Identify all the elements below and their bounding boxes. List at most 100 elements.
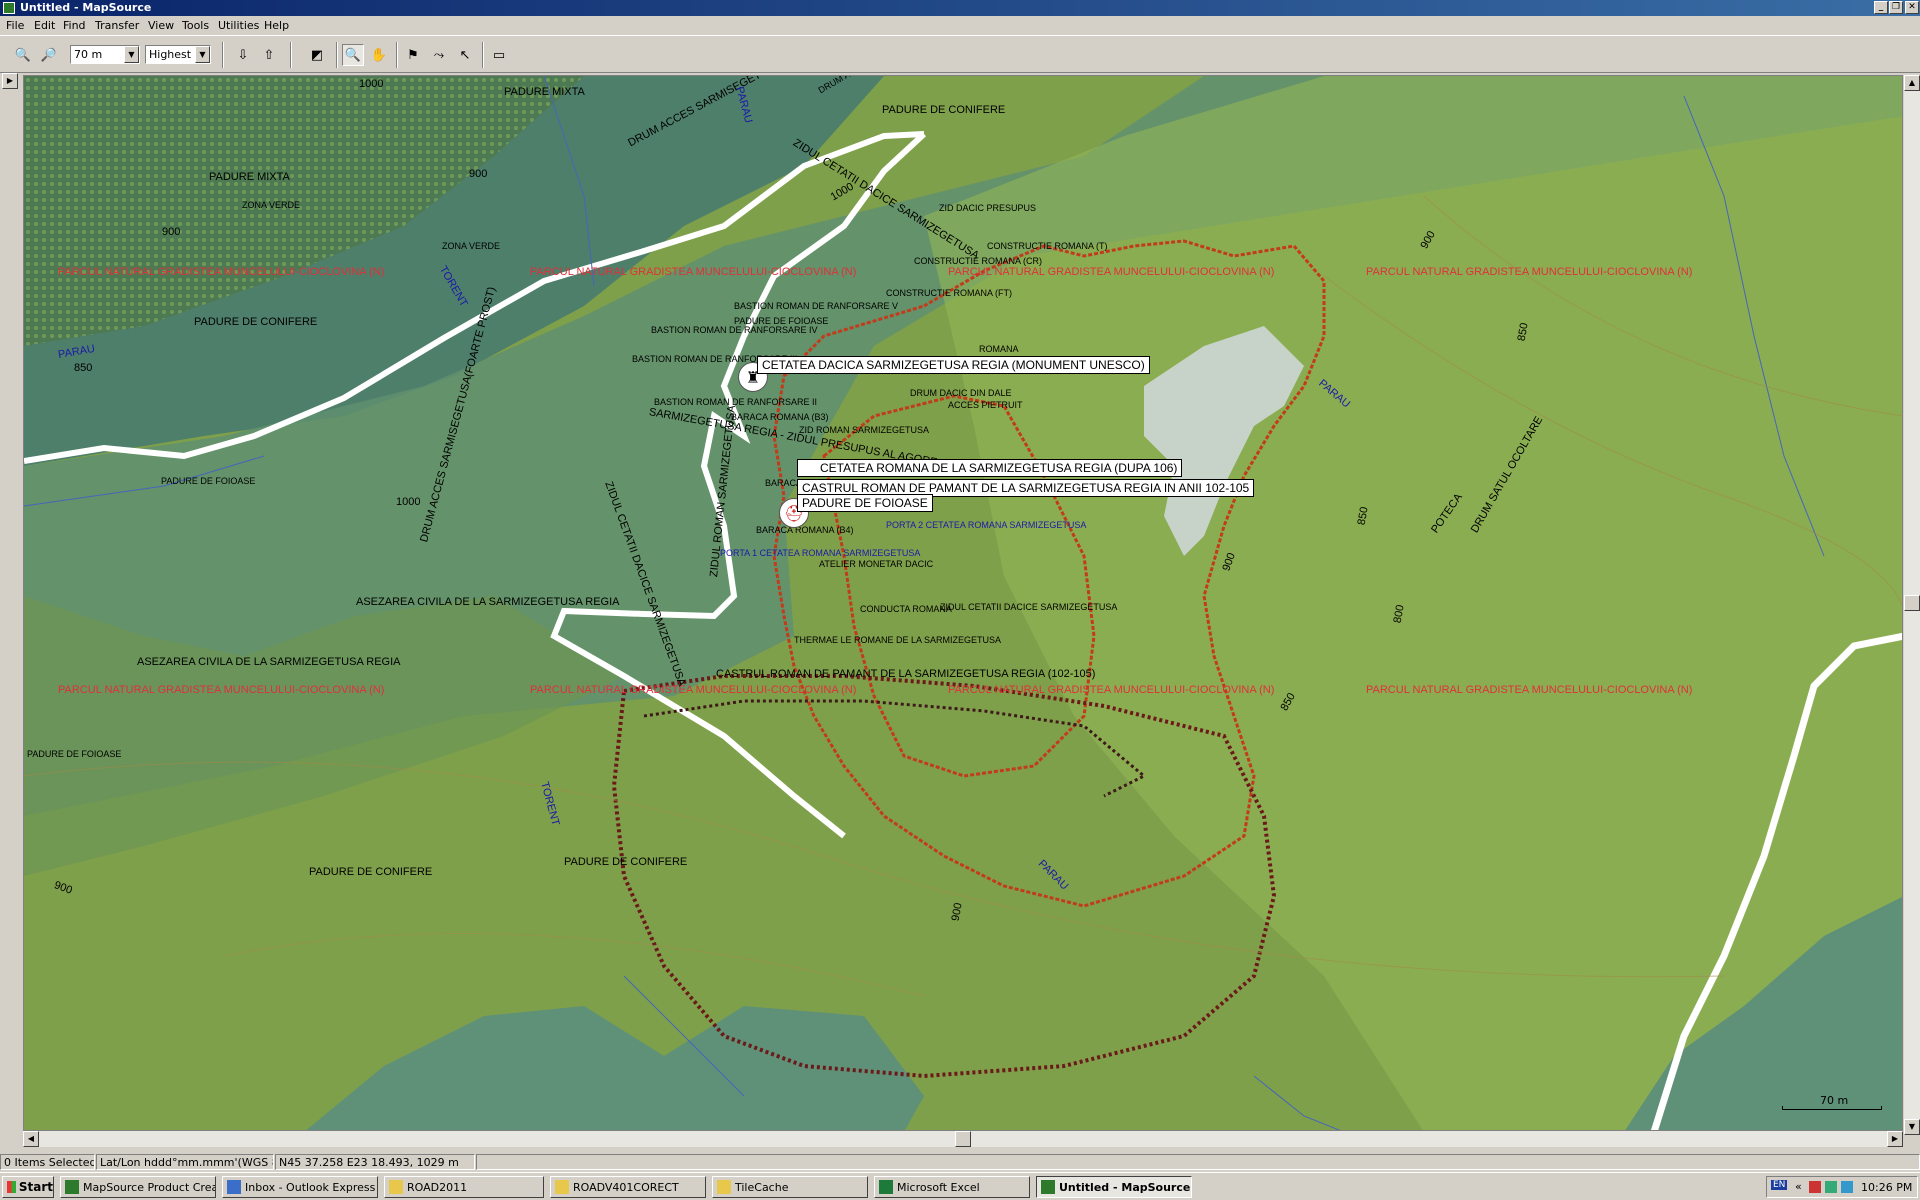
task-label: MapSource Product Crea... [83, 1180, 216, 1194]
area-label: PADURE DE CONIFERE [564, 856, 688, 868]
site-label: ROMANA [979, 344, 1019, 354]
task-mapsource-untitled[interactable]: Untitled - MapSource [1036, 1176, 1192, 1198]
hand-pan-icon[interactable]: ✋ [368, 44, 390, 66]
horizontal-scroll-thumb[interactable] [955, 1131, 971, 1147]
zoom-tool-icon[interactable]: 🔍 [342, 44, 364, 66]
menu-edit[interactable]: Edit [34, 19, 55, 32]
status-selected-count: 0 Items Selected [0, 1154, 95, 1170]
panel-expand-icon[interactable]: ▶ [2, 73, 18, 89]
title-bar: Untitled - MapSource _ ❐ ✕ [0, 0, 1920, 16]
tray-wifi-icon[interactable] [1841, 1181, 1853, 1193]
area-label: ASEZAREA CIVILA DE LA SARMIZEGETUSA REGI… [356, 596, 620, 608]
scroll-down-icon[interactable]: ▼ [1904, 1119, 1920, 1135]
area-label: ASEZAREA CIVILA DE LA SARMIZEGETUSA REGI… [137, 656, 401, 668]
park-label: PARCUL NATURAL GRADISTEA MUNCELULUI-CIOC… [530, 684, 857, 696]
site-label: CONDUCTA ROMANA [860, 604, 952, 614]
site-label: BARACA ROMANA (B3) [731, 412, 829, 422]
minimize-button[interactable]: _ [1874, 1, 1888, 14]
map-select-icon[interactable]: ◩ [306, 44, 328, 66]
selection-arrow-icon[interactable]: ↖ [454, 44, 476, 66]
system-tray: EN « 10:26 PM [1766, 1176, 1918, 1198]
zoom-in-icon[interactable]: 🔍 [12, 44, 34, 66]
area-label: ZONA VERDE [442, 241, 501, 251]
zoom-scale-value: 70 m [74, 48, 103, 61]
start-button[interactable]: Start [2, 1176, 54, 1198]
scroll-left-icon[interactable]: ◀ [23, 1131, 39, 1147]
tray-clock[interactable]: 10:26 PM [1861, 1181, 1912, 1194]
folder-icon [389, 1180, 403, 1194]
scale-bar [1782, 1106, 1882, 1110]
task-roadv401-folder[interactable]: ROADV401CORECT [550, 1176, 706, 1198]
scroll-right-icon[interactable]: ▶ [1887, 1131, 1903, 1147]
task-outlook-express[interactable]: Inbox - Outlook Express [222, 1176, 378, 1198]
park-label: PARCUL NATURAL GRADISTEA MUNCELULUI-CIOC… [58, 684, 385, 696]
menu-view[interactable]: View [148, 19, 174, 32]
zoom-scale-select[interactable]: 70 m ▼ [70, 45, 140, 64]
menu-transfer[interactable]: Transfer [95, 19, 139, 32]
toolbar-separator [482, 42, 484, 68]
menu-help[interactable]: Help [264, 19, 289, 32]
park-label: PARCUL NATURAL GRADISTEA MUNCELULUI-CIOC… [1366, 266, 1693, 278]
park-label: PARCUL NATURAL GRADISTEA MUNCELULUI-CIOC… [58, 266, 385, 278]
toolbar-separator [336, 42, 338, 68]
chevron-down-icon[interactable]: ▼ [195, 46, 210, 63]
area-label: ZONA VERDE [242, 200, 301, 210]
outlook-icon [227, 1180, 241, 1194]
scroll-up-icon[interactable]: ▲ [1904, 75, 1920, 91]
restore-button[interactable]: ❐ [1889, 1, 1903, 14]
windows-logo-icon [7, 1181, 16, 1193]
start-label: Start [18, 1180, 53, 1194]
mapsource-app-icon[interactable] [3, 2, 15, 14]
park-label: PARCUL NATURAL GRADISTEA MUNCELULUI-CIOC… [948, 684, 1275, 696]
site-label: CONSTRUCTIE ROMANA (FT) [886, 288, 1012, 298]
vertical-scrollbar[interactable]: ▲ ▼ [1904, 75, 1920, 1135]
task-tilecache-folder[interactable]: TileCache [712, 1176, 868, 1198]
excel-icon [879, 1180, 893, 1194]
status-coord-format: Lat/Lon hddd°mm.mmm'(WGS 84) [96, 1154, 274, 1170]
poi-label-dacica[interactable]: CETATEA DACICA SARMIZEGETUSA REGIA (MONU… [757, 356, 1150, 374]
site-label: ZID ROMAN SARMIZEGETUSA [799, 425, 930, 435]
chevron-down-icon[interactable]: ▼ [124, 46, 139, 63]
area-label: PADURE DE CONIFERE [882, 104, 1006, 116]
site-label: PORTA 2 CETATEA ROMANA SARMIZEGETUSA [886, 520, 1087, 530]
send-to-device-icon[interactable]: ⇧ [258, 44, 280, 66]
tray-antivirus-icon[interactable] [1809, 1181, 1821, 1193]
contour-label: 900 [469, 168, 488, 180]
tray-expand-icon[interactable]: « [1795, 1180, 1802, 1193]
task-label: TileCache [735, 1180, 789, 1194]
area-label: PADURE MIXTA [504, 86, 585, 98]
route-tool-icon[interactable]: ⤳ [428, 44, 450, 66]
receive-from-device-icon[interactable]: ⇩ [232, 44, 254, 66]
poi-label-padure[interactable]: PADURE DE FOIOASE [797, 494, 933, 512]
task-label: ROAD2011 [407, 1180, 468, 1194]
close-button[interactable]: ✕ [1905, 1, 1919, 14]
vertical-scroll-thumb[interactable] [1904, 595, 1920, 611]
waypoint-flag-icon[interactable]: ⚑ [402, 44, 424, 66]
detail-level-select[interactable]: Highest ▼ [145, 45, 211, 64]
site-label: DRUM DACIC DIN DALE [910, 388, 1012, 398]
menu-tools[interactable]: Tools [182, 19, 209, 32]
language-indicator[interactable]: EN [1771, 1180, 1788, 1190]
tray-network-icon[interactable] [1825, 1181, 1837, 1193]
folder-icon [555, 1180, 569, 1194]
measure-ruler-icon[interactable]: ▭ [488, 44, 510, 66]
status-cursor-position: N45 37.258 E23 18.493, 1029 m [275, 1154, 475, 1170]
task-excel[interactable]: Microsoft Excel [874, 1176, 1030, 1198]
map-container: ▶ PARCUL NATURAL GRADISTEA MUNCELULUI-CI… [0, 73, 1920, 1138]
menu-file[interactable]: File [6, 19, 24, 32]
task-mapsource-product[interactable]: MapSource Product Crea... [60, 1176, 216, 1198]
horizontal-scrollbar[interactable]: ◀ ▶ [23, 1131, 1903, 1147]
menu-utilities[interactable]: Utilities [218, 19, 259, 32]
zoom-out-icon[interactable]: 🔎 [38, 44, 60, 66]
mapsource-icon [1041, 1180, 1055, 1194]
status-bar: 0 Items Selected Lat/Lon hddd°mm.mmm'(WG… [0, 1153, 1920, 1171]
menu-find[interactable]: Find [63, 19, 86, 32]
site-label: ATELIER MONETAR DACIC [819, 559, 934, 569]
site-label: BASTION ROMAN DE RANFORSARE IV [651, 325, 818, 335]
toolbar-separator [396, 42, 398, 68]
task-road2011-folder[interactable]: ROAD2011 [384, 1176, 544, 1198]
map-canvas[interactable]: PARCUL NATURAL GRADISTEA MUNCELULUI-CIOC… [23, 75, 1903, 1131]
park-label: PARCUL NATURAL GRADISTEA MUNCELULUI-CIOC… [948, 266, 1275, 278]
poi-label-romana[interactable]: CETATEA ROMANA DE LA SARMIZEGETUSA REGIA… [797, 459, 1183, 477]
site-label: ZID DACIC PRESUPUS [939, 203, 1037, 213]
